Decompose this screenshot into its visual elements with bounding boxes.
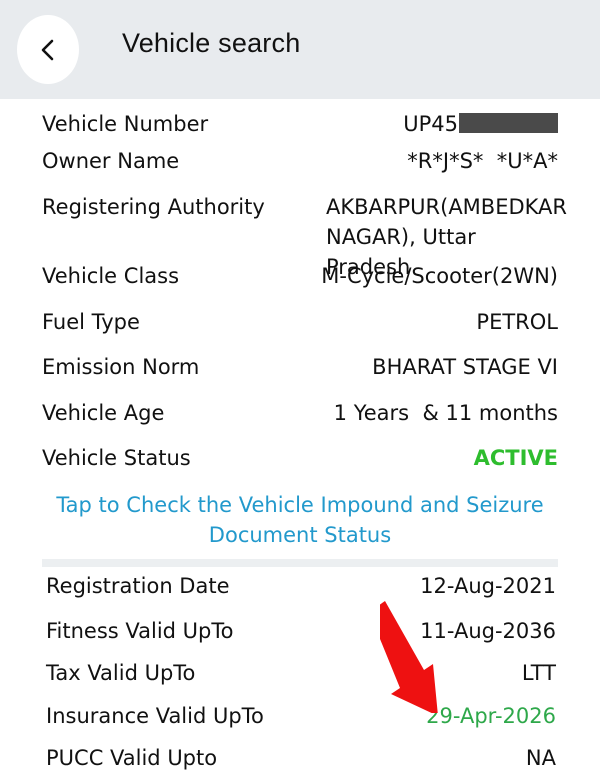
pucc-valid-value: NA [525,746,556,770]
registration-date-value: 12-Aug-2021 [420,574,556,598]
emission-norm-row: Emission Norm BHARAT STAGE VI [42,352,558,382]
fitness-valid-value: 11-Aug-2036 [420,619,556,643]
page-title: Vehicle search [122,28,301,58]
registration-date-label: Registration Date [46,574,230,598]
owner-name-label: Owner Name [42,149,180,173]
vehicle-status-label: Vehicle Status [42,446,191,470]
vehicle-number-prefix: UP45 [403,112,458,136]
back-button[interactable] [17,15,79,84]
fitness-valid-row: Fitness Valid UpTo 11-Aug-2036 [46,616,556,646]
vehicle-number-label: Vehicle Number [42,112,209,136]
emission-norm-label: Emission Norm [42,355,200,379]
pucc-valid-row: PUCC Valid Upto NA [46,743,556,773]
tax-valid-label: Tax Valid UpTo [46,661,196,685]
fuel-type-value: PETROL [476,310,558,334]
vehicle-class-value: M-Cycle/Scooter(2WN) [321,264,558,288]
impound-status-link[interactable]: Tap to Check the Vehicle Impound and Sei… [42,490,558,550]
tax-valid-row: Tax Valid UpTo LTT [46,658,556,688]
section-divider [42,559,558,567]
app-bar: Vehicle search [0,0,600,99]
redaction-block [459,113,558,133]
vehicle-status-row: Vehicle Status ACTIVE [42,443,558,473]
registration-date-row: Registration Date 12-Aug-2021 [46,571,556,601]
owner-name-value: *R*J*S* *U*A* [407,149,558,173]
insurance-valid-value: 29-Apr-2026 [426,704,556,728]
vehicle-age-label: Vehicle Age [42,401,165,425]
fuel-type-row: Fuel Type PETROL [42,307,558,337]
vehicle-number-row: Vehicle Number UP45 [42,109,558,139]
vehicle-class-label: Vehicle Class [42,264,180,288]
emission-norm-value: BHARAT STAGE VI [372,355,558,379]
vehicle-class-row: Vehicle Class M-Cycle/Scooter(2WN) [42,261,558,291]
vehicle-status-badge: ACTIVE [473,446,558,470]
fuel-type-label: Fuel Type [42,310,140,334]
vehicle-number-value: UP45 [403,109,558,139]
pucc-valid-label: PUCC Valid Upto [46,746,218,770]
insurance-valid-label: Insurance Valid UpTo [46,704,264,728]
owner-name-row: Owner Name *R*J*S* *U*A* [42,146,558,176]
tax-valid-value: LTT [521,661,556,685]
chevron-left-icon [41,39,54,60]
vehicle-age-row: Vehicle Age 1 Years & 11 months [42,398,558,428]
insurance-valid-row: Insurance Valid UpTo 29-Apr-2026 [46,701,556,731]
fitness-valid-label: Fitness Valid UpTo [46,619,234,643]
vehicle-age-value: 1 Years & 11 months [333,401,558,425]
